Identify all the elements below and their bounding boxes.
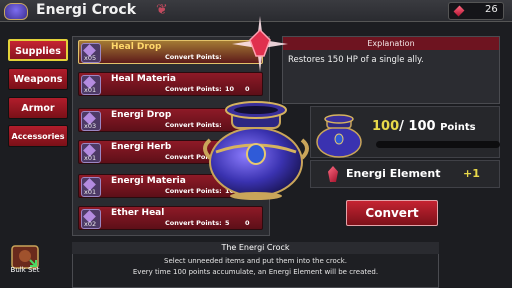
energi-crock-icon: [203, 101, 309, 200]
item-points: 5: [225, 219, 230, 227]
tab-weapons[interactable]: Weapons: [8, 68, 68, 90]
explanation-text: Restores 150 HP of a single ally.: [288, 55, 424, 65]
element-name: Energi Element: [346, 167, 441, 180]
points-unit: Points: [440, 122, 476, 133]
small-crock-icon: [316, 114, 362, 158]
item-name: Energi Drop: [111, 110, 172, 120]
list-item[interactable]: x02 Ether Heal Convert Points: 5 0: [78, 206, 263, 230]
points-current: 100: [372, 119, 400, 134]
explanation-header: Explanation: [283, 37, 499, 50]
item-qty: x05: [84, 54, 97, 62]
item-qty: x02: [84, 220, 97, 228]
item-convert-label: Convert Points:: [165, 53, 222, 61]
item-name: Energi Herb: [111, 142, 172, 152]
tab-accessories[interactable]: Accessories: [8, 125, 68, 147]
info-title: The Energi Crock: [72, 242, 439, 254]
item-qty: x03: [84, 122, 97, 130]
ornament-icon: ❦: [156, 2, 168, 18]
points-separator: /: [399, 119, 404, 134]
page-title: Energi Crock: [36, 2, 137, 18]
item-convert-label: Convert Points:: [165, 219, 222, 227]
item-qty: x01: [84, 154, 97, 162]
points-readout: 100/ 100 Points: [372, 119, 476, 134]
item-name: Energi Materia: [111, 176, 186, 186]
sparkle-gem-icon: [232, 16, 288, 72]
currency-value: 26: [485, 4, 498, 15]
item-selected-count: 0: [245, 219, 250, 227]
convert-button[interactable]: Convert: [346, 200, 438, 226]
item-qty: x01: [84, 188, 97, 196]
tab-supplies[interactable]: Supplies: [8, 39, 68, 61]
points-progress-bar: [376, 141, 500, 148]
item-name: Ether Heal: [111, 208, 165, 218]
item-name: Heal Materia: [111, 74, 176, 84]
item-qty: x01: [84, 86, 97, 94]
item-name: Heal Drop: [111, 42, 162, 52]
info-line-1: Select unneeded items and put them into …: [164, 257, 347, 265]
bulk-set-label: Bulk Set: [10, 266, 40, 274]
crock-icon: [4, 3, 28, 20]
tab-armor[interactable]: Armor: [8, 97, 68, 119]
info-line-2: Every time 100 points accumulate, an Ene…: [132, 268, 379, 276]
element-gain: +1: [463, 167, 480, 180]
points-max: 100: [408, 119, 436, 134]
